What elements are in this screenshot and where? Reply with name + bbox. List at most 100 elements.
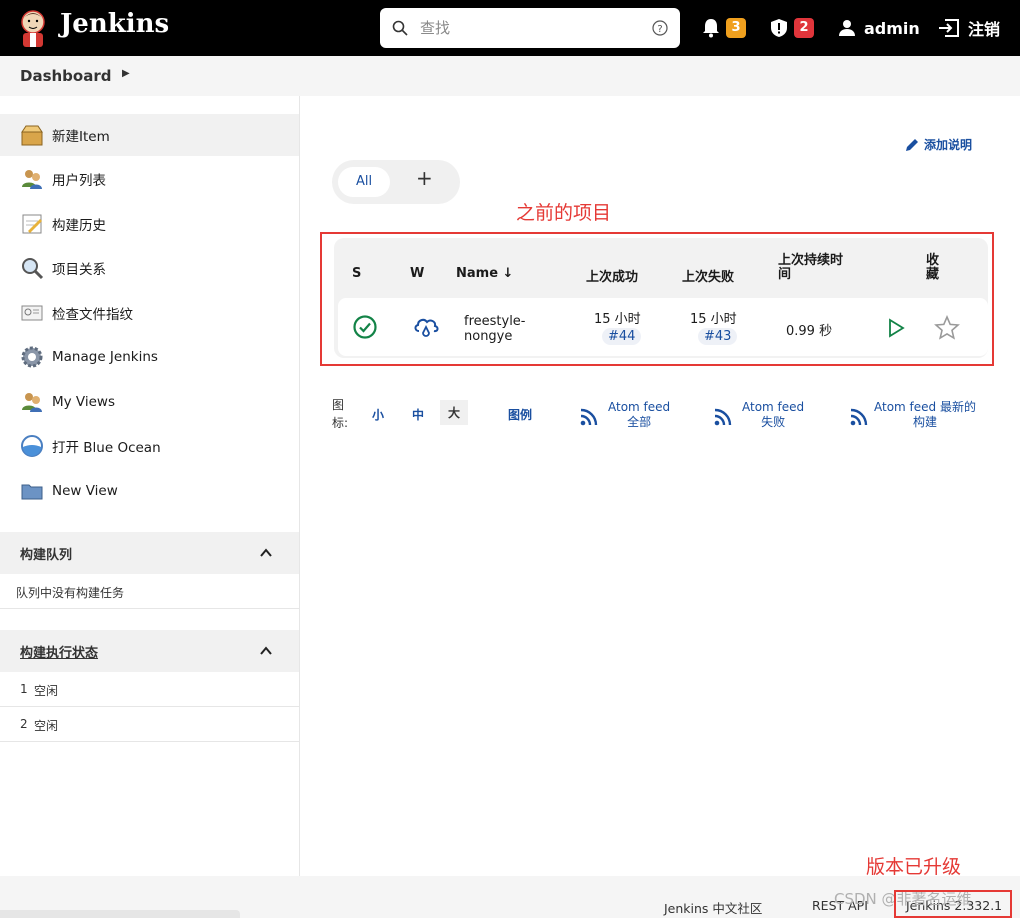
feed-label: 构建 (912, 415, 937, 429)
sidebar-item-new-item[interactable]: 新建Item (0, 114, 299, 156)
icon-size-label: 图 标: (332, 396, 352, 432)
sidebar-item-manage-jenkins[interactable]: Manage Jenkins (0, 336, 299, 378)
sidebar-item-label: 打开 Blue Ocean (52, 440, 161, 456)
sidebar-item-project-relations[interactable]: 项目关系 (0, 247, 299, 289)
executor-row: 1 空闲 (0, 672, 299, 707)
security-button[interactable]: 2 (770, 14, 814, 42)
user-name: admin (864, 18, 920, 38)
build-queue-title: 构建队列 (20, 548, 73, 563)
sidebar-item-label: My Views (52, 394, 115, 410)
tab-all[interactable]: All (338, 167, 390, 197)
sidebar-item-my-views[interactable]: My Views (0, 381, 299, 423)
job-name-line: freestyle- (464, 314, 526, 329)
sidebar-item-build-history[interactable]: 构建历史 (0, 203, 299, 245)
logout-button[interactable]: 注销 (938, 14, 1000, 42)
col-header-last-duration[interactable]: 上次持续时 间 (778, 254, 843, 282)
breadcrumb-dashboard[interactable]: Dashboard (20, 67, 111, 85)
col-header-last-failure[interactable]: 上次失败 (682, 266, 734, 285)
sidebar-item-new-view[interactable]: New View (0, 470, 299, 512)
chevron-up-icon[interactable] (259, 644, 273, 658)
logout-icon (939, 19, 959, 37)
col-header-text: 藏 (926, 267, 940, 282)
logout-label: 注销 (968, 20, 1001, 39)
users-icon (22, 393, 42, 412)
last-duration: 0.99 秒 (786, 324, 833, 339)
star-icon[interactable] (934, 315, 960, 341)
notepad-icon (22, 214, 42, 234)
search-box[interactable]: ? (380, 8, 680, 48)
build-number: #44 (602, 328, 642, 345)
pencil-icon (906, 138, 918, 151)
legend-link[interactable]: 图例 (508, 406, 532, 423)
sidebar-item-fingerprint[interactable]: 检查文件指纹 (0, 292, 299, 334)
new-item-icon (21, 125, 43, 146)
atom-feed-failed[interactable]: Atom feed 失败 (714, 400, 804, 430)
sidebar-item-label: New View (52, 483, 118, 499)
executors-header[interactable]: 构建执行状态 (0, 630, 299, 672)
chevron-up-icon[interactable] (259, 546, 273, 560)
footer-community-link[interactable]: Jenkins 中文社区 (664, 898, 762, 917)
build-play-icon[interactable] (886, 318, 906, 338)
notifications-count-badge: 3 (726, 18, 746, 38)
fingerprint-icon (21, 305, 43, 321)
magnifier-icon (22, 258, 44, 280)
annotation-highlight-box: S W Name ↓ 上次成功 上次失败 上次持续时 间 收 藏 freesty… (320, 232, 994, 366)
notifications-button[interactable]: 3 (702, 14, 746, 42)
jenkins-logo-icon[interactable] (16, 8, 50, 48)
icon-size-label-text: 图 (332, 398, 345, 412)
sidebar-item-blue-ocean[interactable]: 打开 Blue Ocean (0, 425, 299, 467)
table-row: freestyle- nongye 15 小时 #44 15 小时 #43 0.… (338, 298, 988, 356)
rss-icon (580, 408, 598, 426)
sidebar-item-label: 检查文件指纹 (52, 307, 133, 323)
shield-icon (771, 19, 787, 37)
col-header-name[interactable]: Name ↓ (456, 266, 513, 281)
legend-bar: 图 标: 小 中 大 图例 Atom feed 全部 Atom feed 失败 … (332, 396, 1002, 436)
view-tabs: All + (332, 160, 460, 204)
build-queue-empty: 队列中没有构建任务 (0, 574, 299, 609)
job-link[interactable]: freestyle- nongye (464, 314, 526, 344)
sidebar-item-label: 项目关系 (52, 262, 106, 278)
gear-icon (21, 346, 43, 368)
rss-icon (714, 408, 732, 426)
col-header-text: 间 (778, 267, 792, 282)
svg-text:?: ? (657, 24, 662, 35)
sidebar-item-users[interactable]: 用户列表 (0, 158, 299, 200)
icon-size-large[interactable]: 大 (440, 400, 469, 425)
breadcrumb: Dashboard ▶ (0, 56, 1020, 96)
atom-feed-latest[interactable]: Atom feed 最新的 构建 (850, 400, 976, 430)
user-menu[interactable]: admin (838, 14, 920, 42)
brand-title[interactable]: Jenkins (60, 9, 169, 39)
col-header-last-success[interactable]: 上次成功 (586, 266, 638, 285)
executor-row: 2 空闲 (0, 707, 299, 742)
executors-title[interactable]: 构建执行状态 (20, 642, 98, 661)
sidebar: 新建Item 用户列表 构建历史 项目关系 检查文件指纹 Manage Jenk… (0, 96, 300, 876)
rain-cloud-icon[interactable] (412, 314, 440, 340)
col-header-favorite[interactable]: 收 藏 (926, 254, 939, 282)
last-success-time: 15 小时 (594, 312, 641, 327)
chevron-right-icon[interactable]: ▶ (122, 68, 130, 79)
feed-label: 失败 (761, 415, 786, 429)
last-failure-build-link[interactable]: #43 (698, 328, 738, 345)
last-success-build-link[interactable]: #44 (602, 328, 642, 345)
folder-icon (21, 484, 43, 500)
help-icon[interactable]: ? (652, 20, 668, 36)
blue-ocean-icon (21, 435, 43, 457)
icon-size-medium[interactable]: 中 (412, 406, 424, 423)
user-icon (839, 20, 855, 36)
icon-size-small[interactable]: 小 (372, 406, 384, 423)
col-header-status[interactable]: S (352, 266, 361, 281)
add-description-link[interactable]: 添加说明 (904, 136, 972, 153)
job-name-line: nongye (464, 329, 513, 344)
icon-size-label-text: 标: (332, 416, 349, 430)
add-view-tab[interactable]: + (416, 166, 433, 190)
search-input[interactable] (420, 16, 640, 40)
col-header-weather[interactable]: W (410, 266, 424, 281)
add-description-label: 添加说明 (924, 138, 973, 152)
annotation-version-upgraded: 版本已升级 (866, 856, 962, 878)
col-header-text: 上次持续时 (778, 253, 844, 268)
feed-label: Atom feed 最新的 (874, 400, 976, 414)
success-check-icon[interactable] (352, 314, 378, 340)
atom-feed-all[interactable]: Atom feed 全部 (580, 400, 670, 430)
bell-icon (703, 19, 719, 38)
build-queue-header[interactable]: 构建队列 (0, 532, 299, 574)
